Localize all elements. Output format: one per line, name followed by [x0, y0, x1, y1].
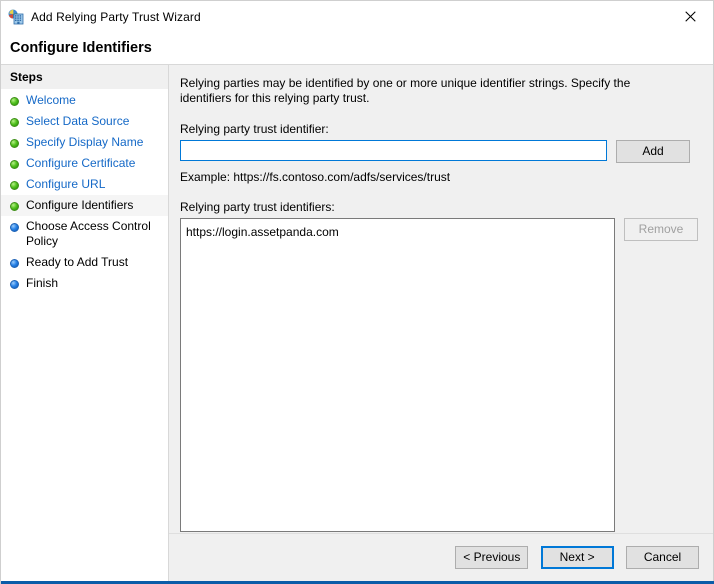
adfs-wizard-icon: [8, 9, 24, 25]
step-complete-icon: [10, 97, 19, 106]
sidebar-step-label: Select Data Source: [26, 114, 130, 128]
step-pending-icon: [10, 223, 19, 232]
step-complete-icon: [10, 139, 19, 148]
content-panel: Relying parties may be identified by one…: [169, 64, 713, 533]
sidebar-step-label: Choose Access Control Policy: [26, 219, 151, 248]
wizard-body: Steps Welcome Select Data Source Specify D…: [1, 64, 713, 533]
sidebar-step-label: Configure Certificate: [26, 156, 136, 170]
sidebar-step-label: Configure Identifiers: [26, 198, 134, 212]
sidebar-step-configure-url[interactable]: Configure URL: [1, 174, 168, 195]
sidebar-step-select-data-source[interactable]: Select Data Source: [1, 111, 168, 132]
identifiers-list-label: Relying party trust identifiers:: [180, 200, 335, 214]
footer-wrap: < Previous Next > Cancel: [1, 533, 713, 581]
sidebar-step-choose-access-control-policy: Choose Access Control Policy: [1, 216, 168, 252]
sidebar-step-specify-display-name[interactable]: Specify Display Name: [1, 132, 168, 153]
title-bar: Add Relying Party Trust Wizard: [1, 1, 713, 32]
footer-buttons: < Previous Next > Cancel: [446, 546, 699, 569]
list-item[interactable]: https://login.assetpanda.com: [181, 223, 614, 241]
example-text: Example: https://fs.contoso.com/adfs/ser…: [180, 170, 451, 184]
step-complete-icon: [10, 181, 19, 190]
cancel-button[interactable]: Cancel: [626, 546, 699, 569]
step-complete-icon: [10, 160, 19, 169]
wizard-window: Add Relying Party Trust Wizard Configure…: [0, 0, 714, 584]
sidebar-step-label: Finish: [26, 276, 59, 290]
identifier-input-row: Add: [180, 140, 702, 163]
sidebar-step-label: Welcome: [26, 93, 76, 107]
footer-sidebar-fill: [1, 533, 169, 581]
sidebar-step-configure-identifiers: Configure Identifiers: [1, 195, 168, 216]
sidebar-step-welcome[interactable]: Welcome: [1, 90, 168, 111]
step-pending-icon: [10, 259, 19, 268]
sidebar-step-ready-to-add-trust: Ready to Add Trust: [1, 252, 168, 273]
sidebar-step-label: Ready to Add Trust: [26, 255, 129, 269]
remove-button[interactable]: Remove: [624, 218, 698, 241]
sidebar-step-finish: Finish: [1, 273, 168, 294]
steps-sidebar: Steps Welcome Select Data Source Specify D…: [1, 64, 169, 533]
identifiers-list-row: https://login.assetpanda.com Remove: [180, 218, 702, 532]
steps-header: Steps: [1, 65, 168, 90]
sidebar-step-label: Specify Display Name: [26, 135, 144, 149]
steps-list: Welcome Select Data Source Specify Display…: [1, 90, 168, 294]
page-header: Configure Identifiers: [1, 32, 713, 64]
page-title: Configure Identifiers: [10, 40, 152, 56]
window-title: Add Relying Party Trust Wizard: [31, 9, 201, 24]
identifier-input[interactable]: [180, 140, 607, 161]
sidebar-step-configure-certificate[interactable]: Configure Certificate: [1, 153, 168, 174]
step-pending-icon: [10, 280, 19, 289]
step-complete-icon: [10, 202, 19, 211]
intro-text: Relying parties may be identified by one…: [180, 76, 631, 105]
step-complete-icon: [10, 118, 19, 127]
close-button[interactable]: [667, 1, 713, 32]
next-button[interactable]: Next >: [540, 546, 614, 569]
identifier-field-label: Relying party trust identifier:: [180, 122, 329, 136]
identifiers-listbox[interactable]: https://login.assetpanda.com: [180, 218, 615, 532]
sidebar-step-label: Configure URL: [26, 177, 106, 191]
close-icon: [684, 11, 696, 22]
previous-button[interactable]: < Previous: [455, 546, 529, 569]
add-button[interactable]: Add: [616, 140, 690, 163]
